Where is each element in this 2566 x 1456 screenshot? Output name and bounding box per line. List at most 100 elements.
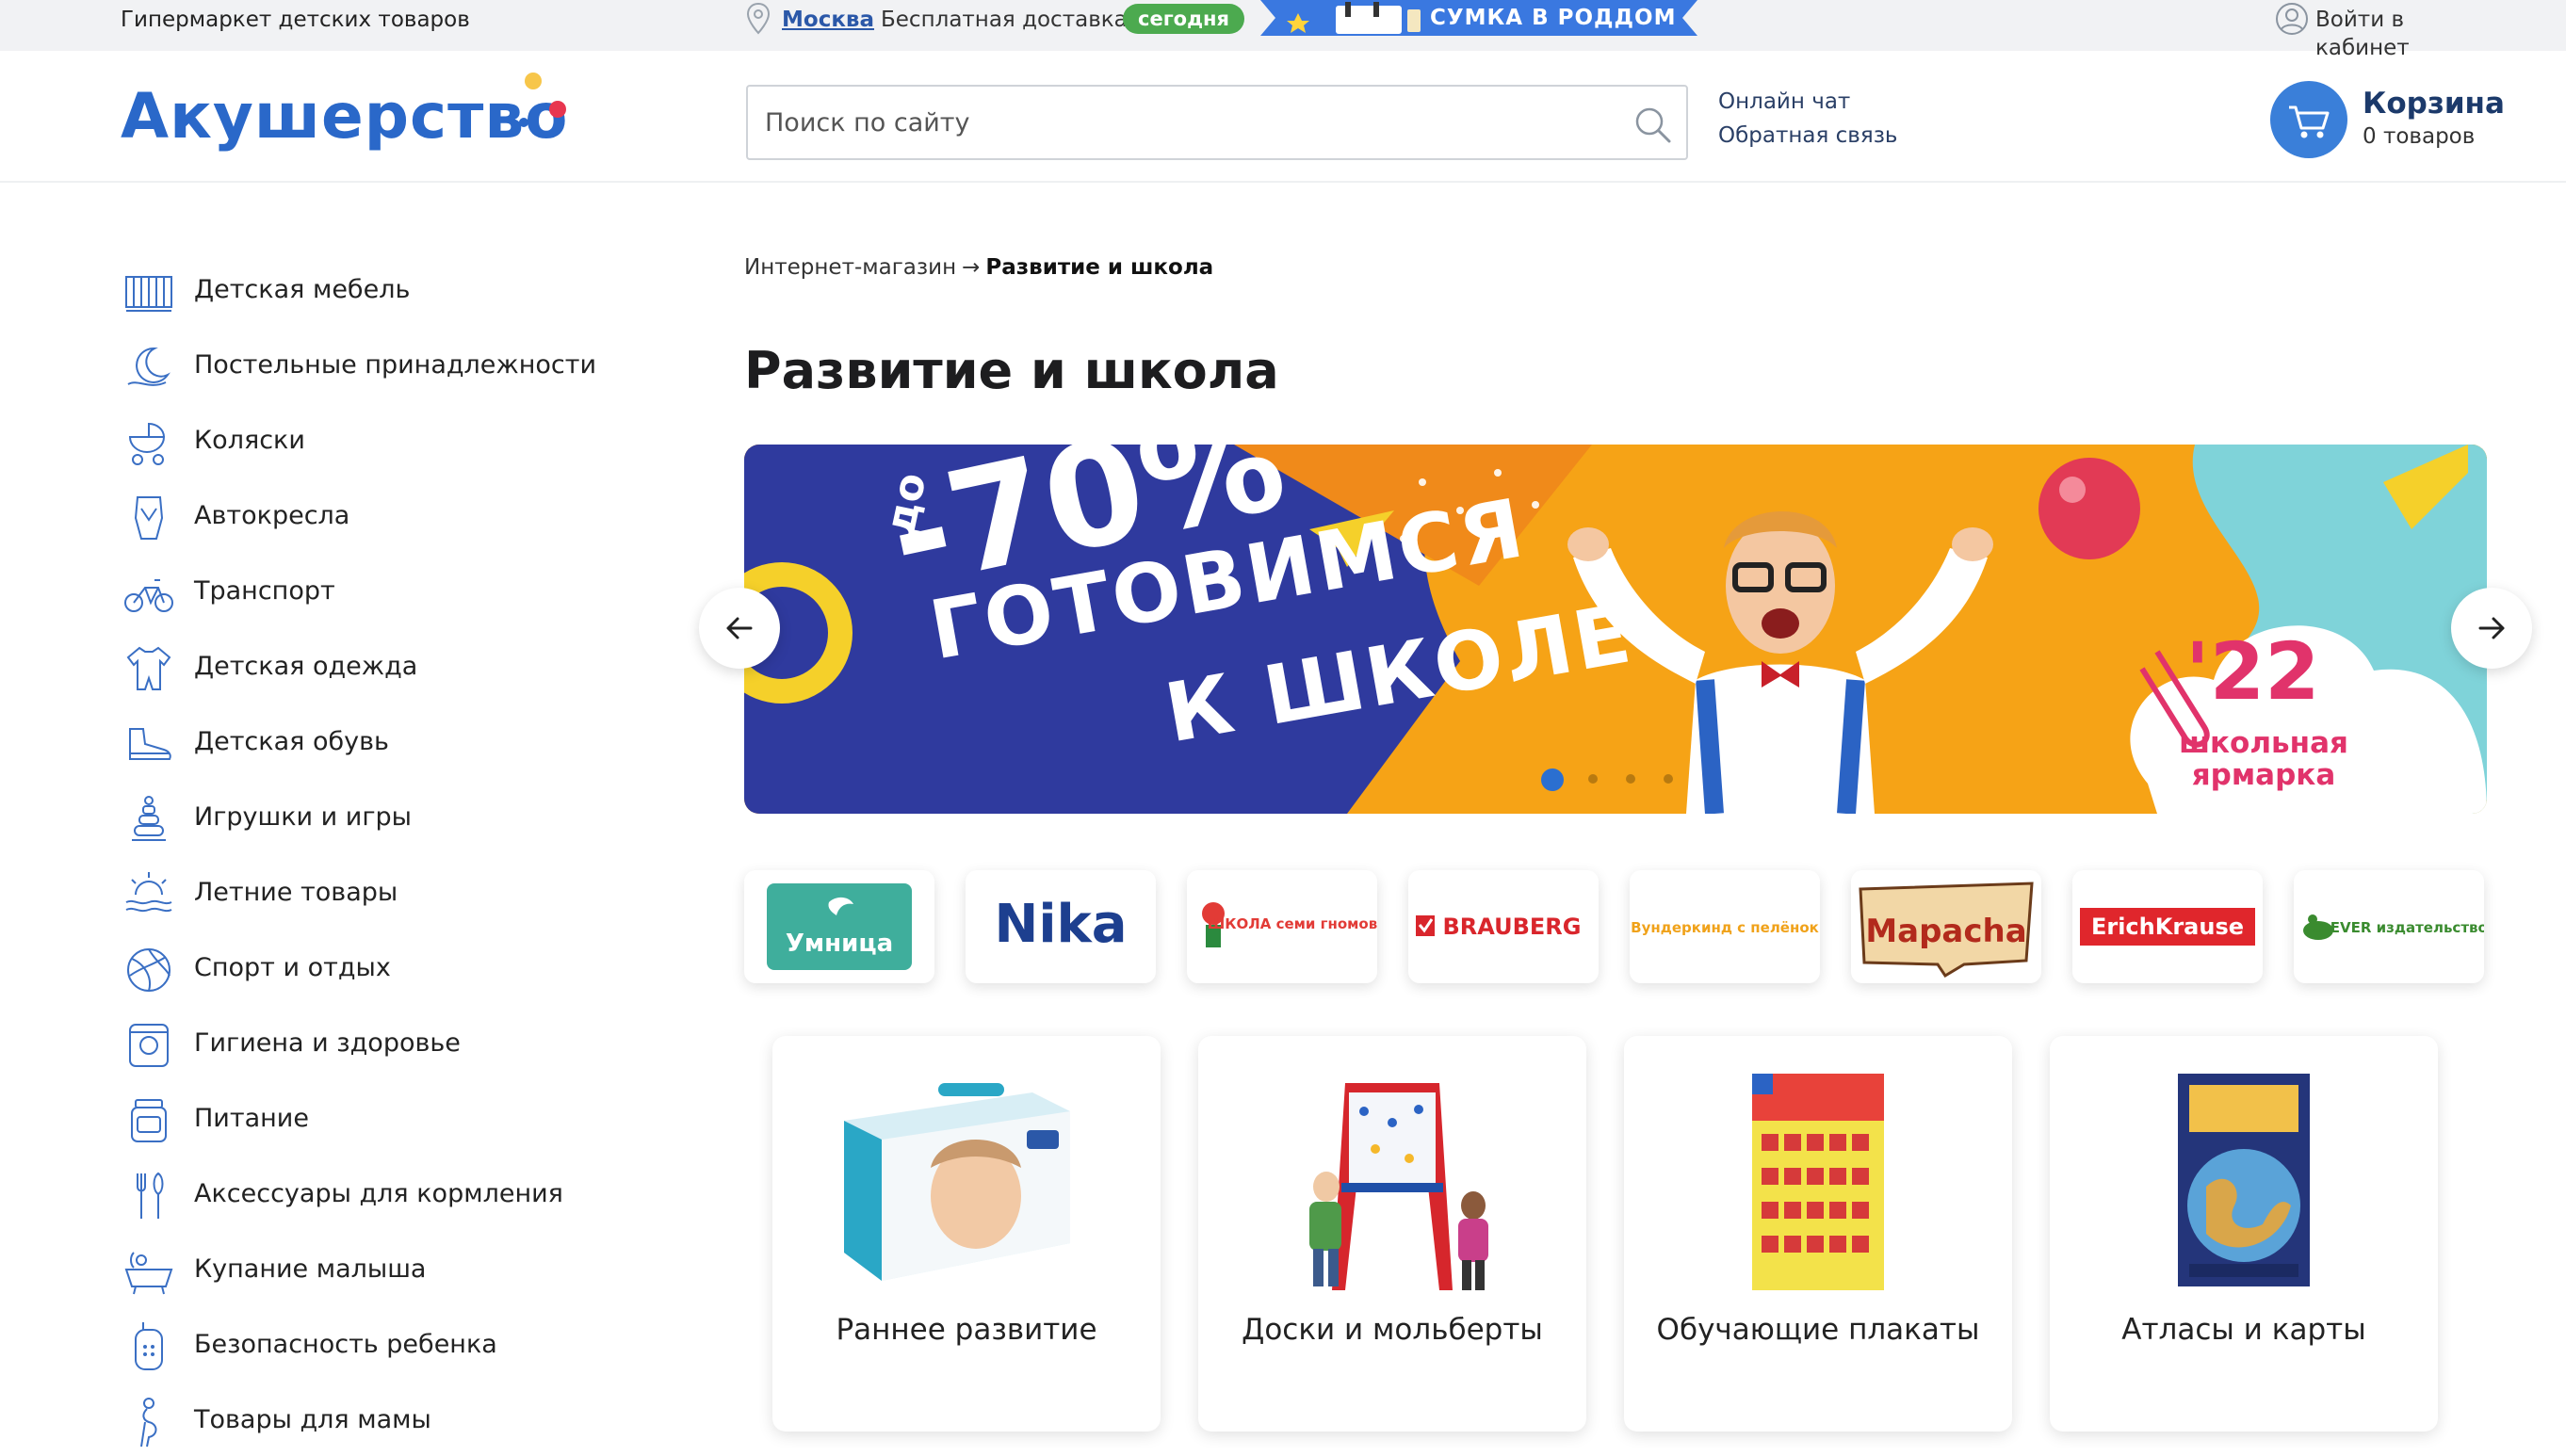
cart-count: 0 товаров bbox=[2363, 124, 2476, 149]
brand-name: Мараcha bbox=[1865, 913, 2026, 950]
sidebar-item-clothes[interactable]: Детская одежда bbox=[121, 631, 648, 706]
sidebar-item-summer[interactable]: Летние товары bbox=[121, 857, 648, 932]
car-seat-icon bbox=[134, 496, 164, 540]
bodysuit-icon bbox=[126, 646, 171, 690]
sidebar-item-hygiene[interactable]: Гигиена и здоровье bbox=[121, 1008, 648, 1083]
sidebar-item-car-seats[interactable]: Автокресла bbox=[121, 480, 648, 556]
brand-logo-shkola-gnomov: ШКОЛА семи гномов bbox=[1202, 902, 1377, 947]
sidebar-item-food[interactable]: Питание bbox=[121, 1083, 648, 1158]
login-link[interactable]: Войти в кабинет bbox=[2274, 0, 2500, 60]
category-card-label: Доски и мольберты bbox=[1242, 1313, 1543, 1347]
sidebar-item-bathing[interactable]: Купание малыша bbox=[121, 1234, 648, 1309]
header-links: Онлайн чат Обратная связь bbox=[1718, 85, 1897, 153]
cart-button[interactable]: Корзина 0 товаров bbox=[2270, 79, 2534, 160]
tagline: Гипермаркет детских товаров bbox=[121, 8, 470, 32]
carousel-dots bbox=[1541, 767, 1682, 795]
sidebar-item-strollers[interactable]: Коляски bbox=[121, 405, 648, 480]
sidebar-item-label: Купание малыша bbox=[194, 1254, 427, 1284]
carousel-dot[interactable] bbox=[1626, 774, 1635, 784]
sidebar-item-safety[interactable]: Безопасность ребенка bbox=[121, 1309, 648, 1384]
arrow-left-icon bbox=[726, 617, 753, 639]
category-card-early-development[interactable]: Раннее развитие bbox=[772, 1036, 1161, 1432]
brand-tile-clever[interactable]: CLEVER издательство bbox=[2294, 870, 2484, 983]
brand-tile-nika[interactable]: Nika bbox=[966, 870, 1156, 983]
brand-name: Вундеркинд с пелёнок bbox=[1631, 919, 1819, 936]
sidebar-item-feeding[interactable]: Аксессуары для кормления bbox=[121, 1158, 648, 1234]
sidebar-item-label: Аксессуары для кормления bbox=[194, 1179, 563, 1208]
sidebar-item-sport[interactable]: Спорт и отдых bbox=[121, 932, 648, 1008]
promo-carousel-banner[interactable]: до -70% ГОТОВИМСЯ К ШКОЛЕ '22 школьная я… bbox=[744, 445, 2487, 814]
feedback-link[interactable]: Обратная связь bbox=[1718, 119, 1897, 153]
breadcrumb: Интернет-магазин → Развитие и школа bbox=[744, 252, 1213, 283]
site-logo[interactable]: Акушерство bbox=[121, 73, 568, 160]
carousel-next-button[interactable] bbox=[2451, 588, 2532, 669]
sidebar-item-label: Транспорт bbox=[194, 576, 335, 606]
brand-logo-erichkrause: ErichKrause bbox=[2080, 908, 2255, 946]
brand-logo-umnitsa: Умница bbox=[767, 883, 912, 970]
brand-logo-brauberg: BRAUBERG bbox=[1416, 914, 1581, 940]
breadcrumb-root-link[interactable]: Интернет-магазин bbox=[744, 255, 956, 280]
category-card-posters[interactable]: Обучающие плакаты bbox=[1624, 1036, 2012, 1432]
category-sidebar: Детская мебель Постельные принадлежности… bbox=[121, 254, 648, 1456]
sidebar-item-label: Летние товары bbox=[194, 878, 398, 907]
carousel-dot[interactable] bbox=[1541, 768, 1564, 791]
online-chat-link[interactable]: Онлайн чат bbox=[1718, 85, 1897, 119]
banner-year: '22 bbox=[2185, 625, 2320, 718]
category-card-label: Атласы и карты bbox=[2121, 1313, 2366, 1347]
brand-tile-vunderkind[interactable]: Вундеркинд с пелёнок bbox=[1630, 870, 1820, 983]
brand-name: Умница bbox=[786, 930, 893, 958]
search-icon[interactable] bbox=[1632, 104, 1673, 145]
brand-tile-shkola-gnomov[interactable]: ШКОЛА семи гномов bbox=[1187, 870, 1377, 983]
alphabet-poster-image bbox=[1752, 1074, 1884, 1290]
location-pin-icon bbox=[746, 2, 771, 35]
brand-name: ErichKrause bbox=[2091, 914, 2244, 940]
arrow-right-icon bbox=[2478, 617, 2505, 639]
sidebar-item-furniture[interactable]: Детская мебель bbox=[121, 254, 648, 330]
cutlery-icon bbox=[137, 1172, 164, 1219]
brand-tile-umnitsa[interactable]: Умница bbox=[744, 870, 934, 983]
brand-tile-marasha[interactable]: Мараcha bbox=[1851, 870, 2041, 983]
cart-circle bbox=[2270, 81, 2347, 158]
top-bar: Гипермаркет детских товаров Москва Беспл… bbox=[0, 0, 2566, 60]
breadcrumb-separator: → bbox=[962, 255, 981, 280]
crib-icon bbox=[125, 276, 172, 312]
carousel-prev-button[interactable] bbox=[699, 588, 780, 669]
city-selector-link[interactable]: Москва bbox=[782, 6, 874, 34]
baby-food-jar-icon bbox=[131, 1099, 167, 1142]
sidebar-item-label: Детская одежда bbox=[194, 652, 418, 681]
sun-icon bbox=[125, 872, 172, 913]
logo-dots-icon bbox=[519, 73, 566, 127]
brand-strip: Умница Nika ШКОЛА семи гномов BRAUBERG В… bbox=[744, 870, 2487, 983]
category-card-atlases[interactable]: Атласы и карты bbox=[2050, 1036, 2438, 1432]
baby-monitor-icon bbox=[135, 1322, 163, 1370]
sidebar-item-mom[interactable]: Товары для мамы bbox=[121, 1384, 648, 1456]
search-input[interactable] bbox=[765, 87, 1613, 158]
brand-name: Nika bbox=[994, 894, 1127, 955]
cart-icon bbox=[2289, 105, 2330, 138]
brand-tile-erichkrause[interactable]: ErichKrause bbox=[2072, 870, 2263, 983]
stroller-icon bbox=[128, 422, 166, 465]
sidebar-item-label: Постельные принадлежности bbox=[194, 350, 597, 380]
cart-title: Корзина bbox=[2363, 87, 2505, 121]
promo-ribbon-label: СУМКА В РОДДОМ bbox=[1430, 6, 1677, 30]
carousel-dot[interactable] bbox=[1664, 774, 1673, 784]
delivery-badge: сегодня bbox=[1123, 4, 1245, 34]
sidebar-item-transport[interactable]: Транспорт bbox=[121, 556, 648, 631]
brand-name: CLEVER издательство bbox=[2311, 919, 2484, 936]
carousel-dot[interactable] bbox=[1588, 774, 1598, 784]
category-card-label: Раннее развитие bbox=[836, 1313, 1097, 1347]
sidebar-item-label: Товары для мамы bbox=[194, 1405, 431, 1434]
bicycle-icon bbox=[124, 579, 173, 612]
sidebar-item-bedding[interactable]: Постельные принадлежности bbox=[121, 330, 648, 405]
brand-tile-brauberg[interactable]: BRAUBERG bbox=[1408, 870, 1599, 983]
early-development-box-image bbox=[844, 1083, 1070, 1281]
brand-logo-vunderkind: Вундеркинд с пелёнок bbox=[1631, 919, 1819, 936]
brand-logo-clever: CLEVER издательство bbox=[2303, 914, 2484, 940]
header: Акушерство Онлайн чат Обратная связь Кор… bbox=[0, 51, 2566, 183]
sidebar-item-label: Детская обувь bbox=[194, 727, 389, 756]
sidebar-item-toys[interactable]: Игрушки и игры bbox=[121, 782, 648, 857]
category-card-boards[interactable]: Доски и мольберты bbox=[1198, 1036, 1586, 1432]
promo-ribbon-banner[interactable]: СУМКА В РОДДОМ bbox=[1260, 0, 1697, 36]
sidebar-item-shoes[interactable]: Детская обувь bbox=[121, 706, 648, 782]
shoe-icon bbox=[129, 728, 171, 760]
